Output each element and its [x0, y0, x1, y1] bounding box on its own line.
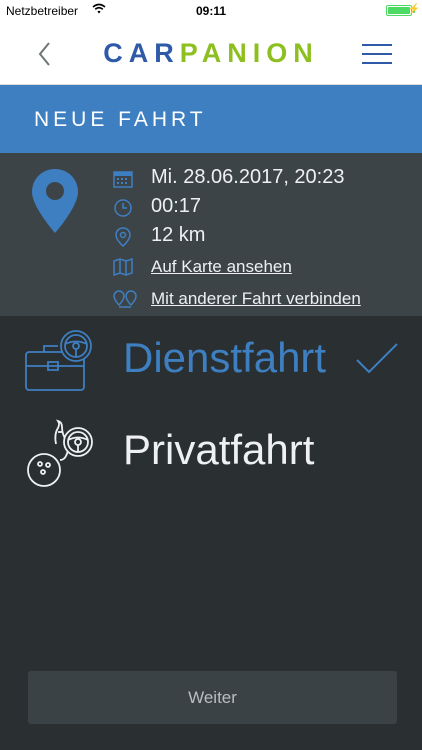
- brand-logo: CARPANION: [100, 38, 322, 68]
- map-link[interactable]: Auf Karte ansehen: [151, 257, 292, 277]
- connect-link[interactable]: Mit anderer Fahrt verbinden: [151, 289, 361, 309]
- trip-datetime: Mi. 28.06.2017, 20:23: [151, 166, 345, 188]
- page-title: NEUE FAHRT: [34, 108, 207, 131]
- back-chevron-icon[interactable]: [30, 36, 60, 72]
- private-trip-label: Privatfahrt: [123, 426, 315, 473]
- connect-pins-icon: [113, 290, 137, 308]
- calendar-icon: [113, 171, 133, 188]
- brand-panion-text: PANION: [179, 38, 319, 68]
- brand-car-text: CAR: [103, 38, 180, 68]
- clock-icon: [114, 199, 132, 217]
- location-pin-icon: [32, 169, 78, 233]
- title-bar: NEUE FAHRT: [0, 85, 422, 153]
- briefcase-wheel-icon: [25, 330, 92, 391]
- option-business-trip[interactable]: Dienstfahrt: [0, 320, 422, 402]
- hamburger-menu-icon[interactable]: [362, 44, 392, 66]
- charging-icon: ⚡: [407, 4, 420, 15]
- status-bar: Netzbetreiber 09:11 ⚡: [0, 0, 422, 22]
- map-icon: [113, 257, 133, 277]
- nav-bar: CARPANION: [0, 22, 422, 85]
- business-trip-label: Dienstfahrt: [123, 334, 327, 381]
- bowling-wheel-icon: [27, 419, 93, 487]
- option-private-trip[interactable]: Privatfahrt: [0, 412, 422, 494]
- checkmark-icon: [356, 343, 398, 374]
- trip-duration: 00:17: [151, 195, 202, 217]
- next-button[interactable]: Weiter: [28, 671, 397, 724]
- pin-outline-icon: [115, 227, 131, 247]
- status-time: 09:11: [195, 4, 227, 18]
- trip-distance: 12 km: [151, 224, 206, 246]
- trip-summary: Mi. 28.06.2017, 20:23 00:17 12 km Auf Ka…: [0, 153, 422, 316]
